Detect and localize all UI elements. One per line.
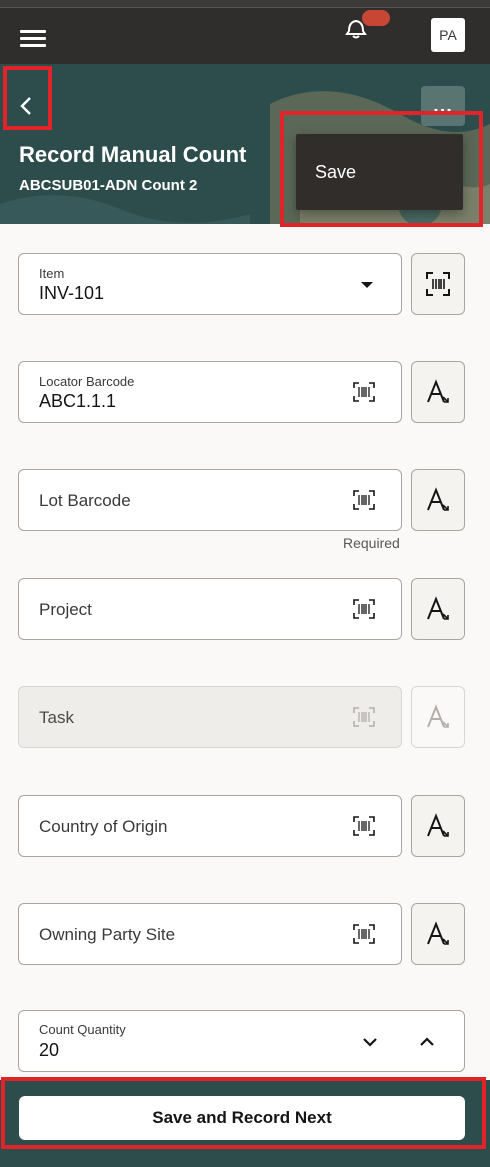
barcode-scan-icon xyxy=(426,272,450,296)
country-label: Country of Origin xyxy=(39,817,168,836)
window-top-strip xyxy=(0,0,490,8)
item-field[interactable]: Item INV-101 xyxy=(18,253,402,315)
item-value: INV-101 xyxy=(39,283,105,303)
task-label: Task xyxy=(39,708,74,727)
count-quantity-stepper[interactable]: Count Quantity 20 xyxy=(18,1010,465,1072)
quantity-value: 20 xyxy=(39,1040,60,1060)
locator-keyboard-button[interactable] xyxy=(411,361,465,423)
page-subtitle: ABCSUB01-ADN Count 2 xyxy=(19,177,198,194)
barcode-icon[interactable] xyxy=(353,816,375,836)
actions-menu: Save xyxy=(296,134,463,210)
quantity-label: Count Quantity xyxy=(39,1022,126,1037)
avatar[interactable]: PA xyxy=(431,18,465,52)
text-input-icon xyxy=(427,596,449,620)
country-keyboard-button[interactable] xyxy=(411,795,465,857)
save-and-record-next-button[interactable]: Save and Record Next xyxy=(19,1096,465,1140)
dropdown-caret-icon[interactable] xyxy=(361,282,373,288)
app-top-bar xyxy=(0,8,490,64)
notification-badge xyxy=(362,10,390,26)
item-scan-button[interactable] xyxy=(411,253,465,315)
text-input-icon xyxy=(427,487,449,511)
task-field: Task xyxy=(18,686,402,748)
text-input-icon xyxy=(427,921,449,945)
barcode-icon[interactable] xyxy=(353,382,375,402)
text-input-icon xyxy=(427,813,449,837)
locator-label: Locator Barcode xyxy=(39,374,135,389)
more-actions-button[interactable]: ... xyxy=(421,86,465,126)
barcode-icon[interactable] xyxy=(353,599,375,619)
menu-item-save[interactable]: Save xyxy=(315,162,356,183)
chevron-up-icon[interactable] xyxy=(418,1033,436,1051)
locator-barcode-field[interactable]: Locator Barcode ABC1.1.1 xyxy=(18,361,402,423)
country-of-origin-field[interactable]: Country of Origin xyxy=(18,795,402,857)
owning-party-site-field[interactable]: Owning Party Site xyxy=(18,903,402,965)
lot-label: Lot Barcode xyxy=(39,491,131,510)
barcode-icon xyxy=(353,707,375,727)
project-keyboard-button[interactable] xyxy=(411,578,465,640)
barcode-icon[interactable] xyxy=(353,924,375,944)
hamburger-icon[interactable] xyxy=(20,30,46,48)
owning-keyboard-button[interactable] xyxy=(411,903,465,965)
chevron-down-icon[interactable] xyxy=(361,1033,379,1051)
lot-required-helper: Required xyxy=(343,535,400,551)
page-title: Record Manual Count xyxy=(19,142,247,167)
lot-barcode-field[interactable]: Lot Barcode xyxy=(18,469,402,531)
text-input-icon xyxy=(427,379,449,403)
locator-value: ABC1.1.1 xyxy=(39,391,117,411)
project-field[interactable]: Project xyxy=(18,578,402,640)
barcode-icon[interactable] xyxy=(353,490,375,510)
back-button[interactable] xyxy=(14,84,38,128)
text-input-icon xyxy=(427,704,449,728)
task-keyboard-button xyxy=(411,686,465,748)
chevron-left-icon xyxy=(20,97,31,115)
project-label: Project xyxy=(39,600,92,619)
item-label: Item xyxy=(39,266,65,281)
owning-label: Owning Party Site xyxy=(39,925,176,944)
lot-keyboard-button[interactable] xyxy=(411,469,465,531)
